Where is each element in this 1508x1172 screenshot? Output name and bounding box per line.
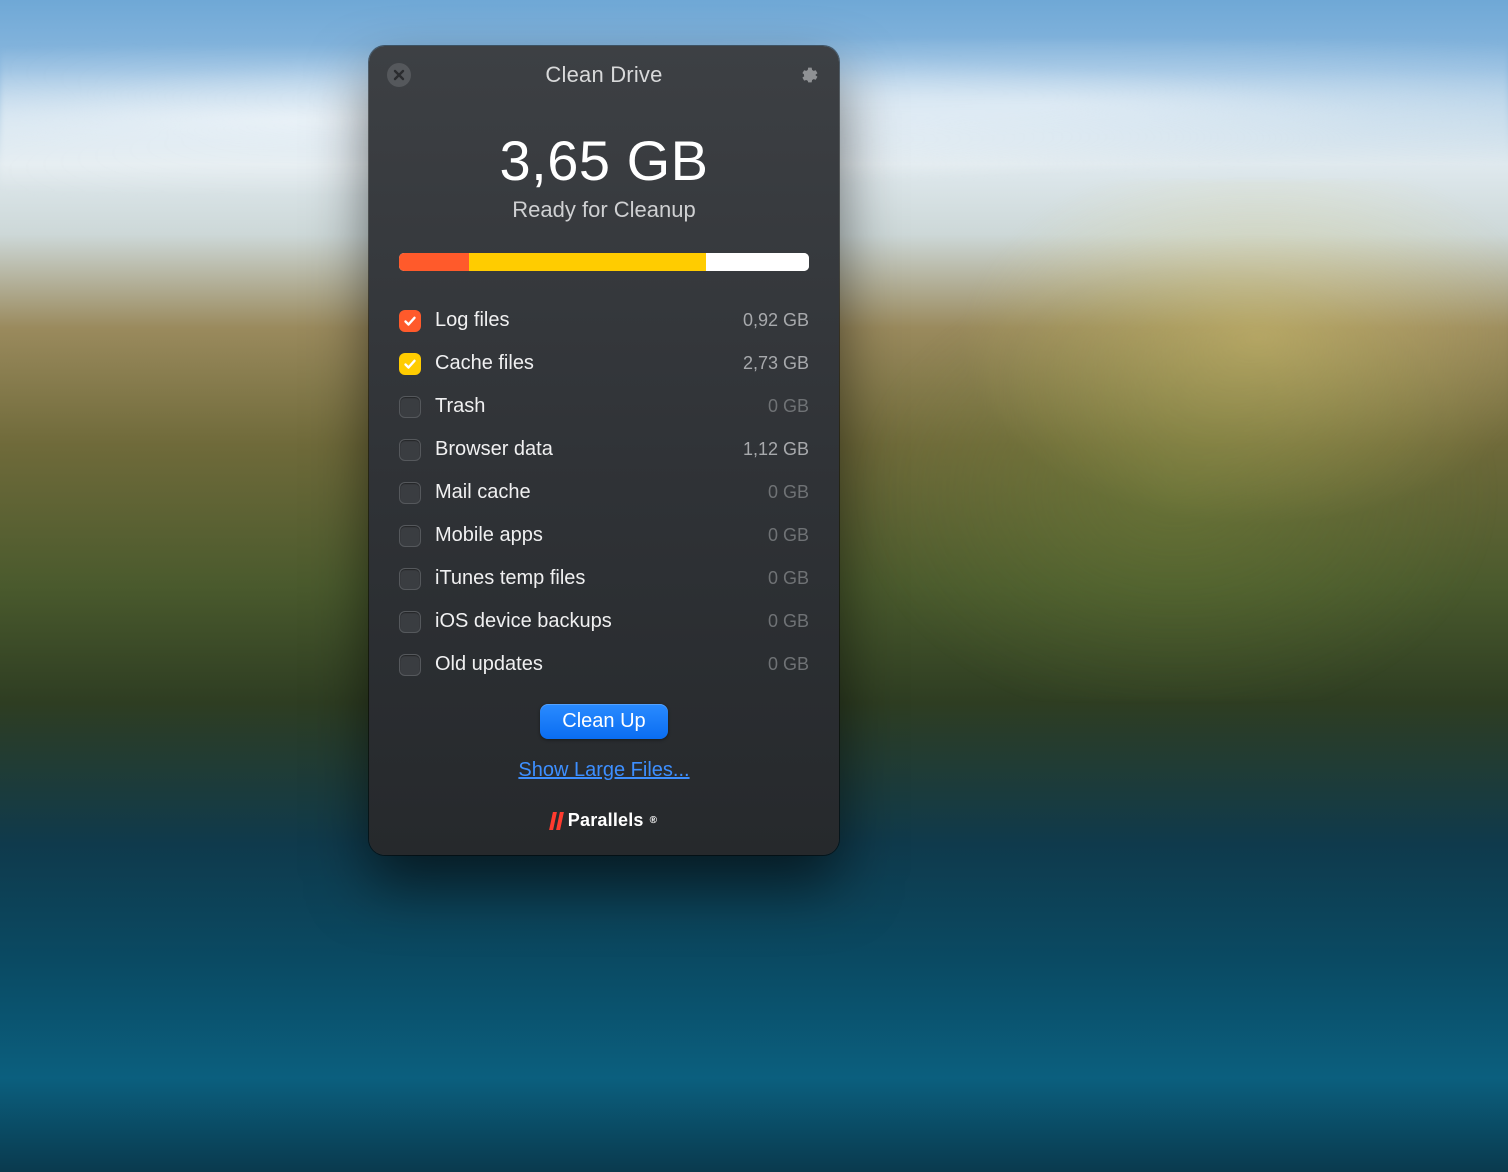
category-label: Browser data (435, 438, 729, 461)
category-label: iOS device backups (435, 610, 754, 633)
usage-bar (399, 253, 809, 271)
category-size: 0 GB (768, 611, 809, 632)
close-button[interactable] (387, 63, 411, 87)
checkbox-log-files[interactable] (399, 310, 421, 332)
category-size: 0,92 GB (743, 310, 809, 331)
category-size: 0 GB (768, 525, 809, 546)
checkbox-mobile-apps[interactable] (399, 525, 421, 547)
brand-mark: ® (650, 815, 658, 826)
category-row-browser-data: Browser data 1,12 GB (399, 428, 809, 471)
cleanup-button-label: Clean Up (562, 710, 645, 732)
usage-bar-segment (399, 253, 469, 271)
category-size: 1,12 GB (743, 439, 809, 460)
checkmark-icon (403, 357, 417, 371)
titlebar: Clean Drive (369, 46, 839, 94)
category-row-log-files: Log files 0,92 GB (399, 299, 809, 342)
checkbox-old-updates[interactable] (399, 654, 421, 676)
category-row-old-updates: Old updates 0 GB (399, 643, 809, 686)
brand-name: Parallels (568, 810, 644, 831)
category-label: Cache files (435, 352, 729, 375)
category-row-trash: Trash 0 GB (399, 385, 809, 428)
category-row-mobile-apps: Mobile apps 0 GB (399, 514, 809, 557)
clean-drive-window: Clean Drive 3,65 GB Ready for Cleanup Lo… (369, 46, 839, 855)
category-list: Log files 0,92 GB Cache files 2,73 GB Trash 0… (399, 299, 809, 686)
usage-bar-segment (469, 253, 707, 271)
checkmark-icon (403, 314, 417, 328)
cleanup-button[interactable]: Clean Up (540, 704, 667, 739)
category-row-mail-cache: Mail cache 0 GB (399, 471, 809, 514)
show-large-files-link[interactable]: Show Large Files... (518, 759, 689, 782)
checkbox-browser-data[interactable] (399, 439, 421, 461)
total-size: 3,65 GB (369, 128, 839, 193)
parallels-logo-icon (551, 812, 562, 830)
category-size: 0 GB (768, 654, 809, 675)
category-label: Log files (435, 309, 729, 332)
summary-subtitle: Ready for Cleanup (369, 197, 839, 223)
gear-icon (798, 64, 820, 86)
checkbox-ios-backups[interactable] (399, 611, 421, 633)
close-icon (393, 69, 405, 81)
brand-footer: Parallels ® (369, 810, 839, 831)
checkbox-trash[interactable] (399, 396, 421, 418)
category-size: 0 GB (768, 568, 809, 589)
actions: Clean Up Show Large Files... (369, 704, 839, 782)
checkbox-itunes-temp[interactable] (399, 568, 421, 590)
category-row-ios-backups: iOS device backups 0 GB (399, 600, 809, 643)
checkbox-cache-files[interactable] (399, 353, 421, 375)
category-size: 0 GB (768, 396, 809, 417)
category-label: Mobile apps (435, 524, 754, 547)
checkbox-mail-cache[interactable] (399, 482, 421, 504)
window-title: Clean Drive (545, 62, 662, 88)
category-row-itunes-temp: iTunes temp files 0 GB (399, 557, 809, 600)
category-label: Old updates (435, 653, 754, 676)
category-label: iTunes temp files (435, 567, 754, 590)
category-size: 0 GB (768, 482, 809, 503)
category-row-cache-files: Cache files 2,73 GB (399, 342, 809, 385)
summary: 3,65 GB Ready for Cleanup (369, 128, 839, 223)
category-size: 2,73 GB (743, 353, 809, 374)
category-label: Trash (435, 395, 754, 418)
usage-bar-segment (706, 253, 809, 271)
settings-button[interactable] (797, 63, 821, 87)
category-label: Mail cache (435, 481, 754, 504)
